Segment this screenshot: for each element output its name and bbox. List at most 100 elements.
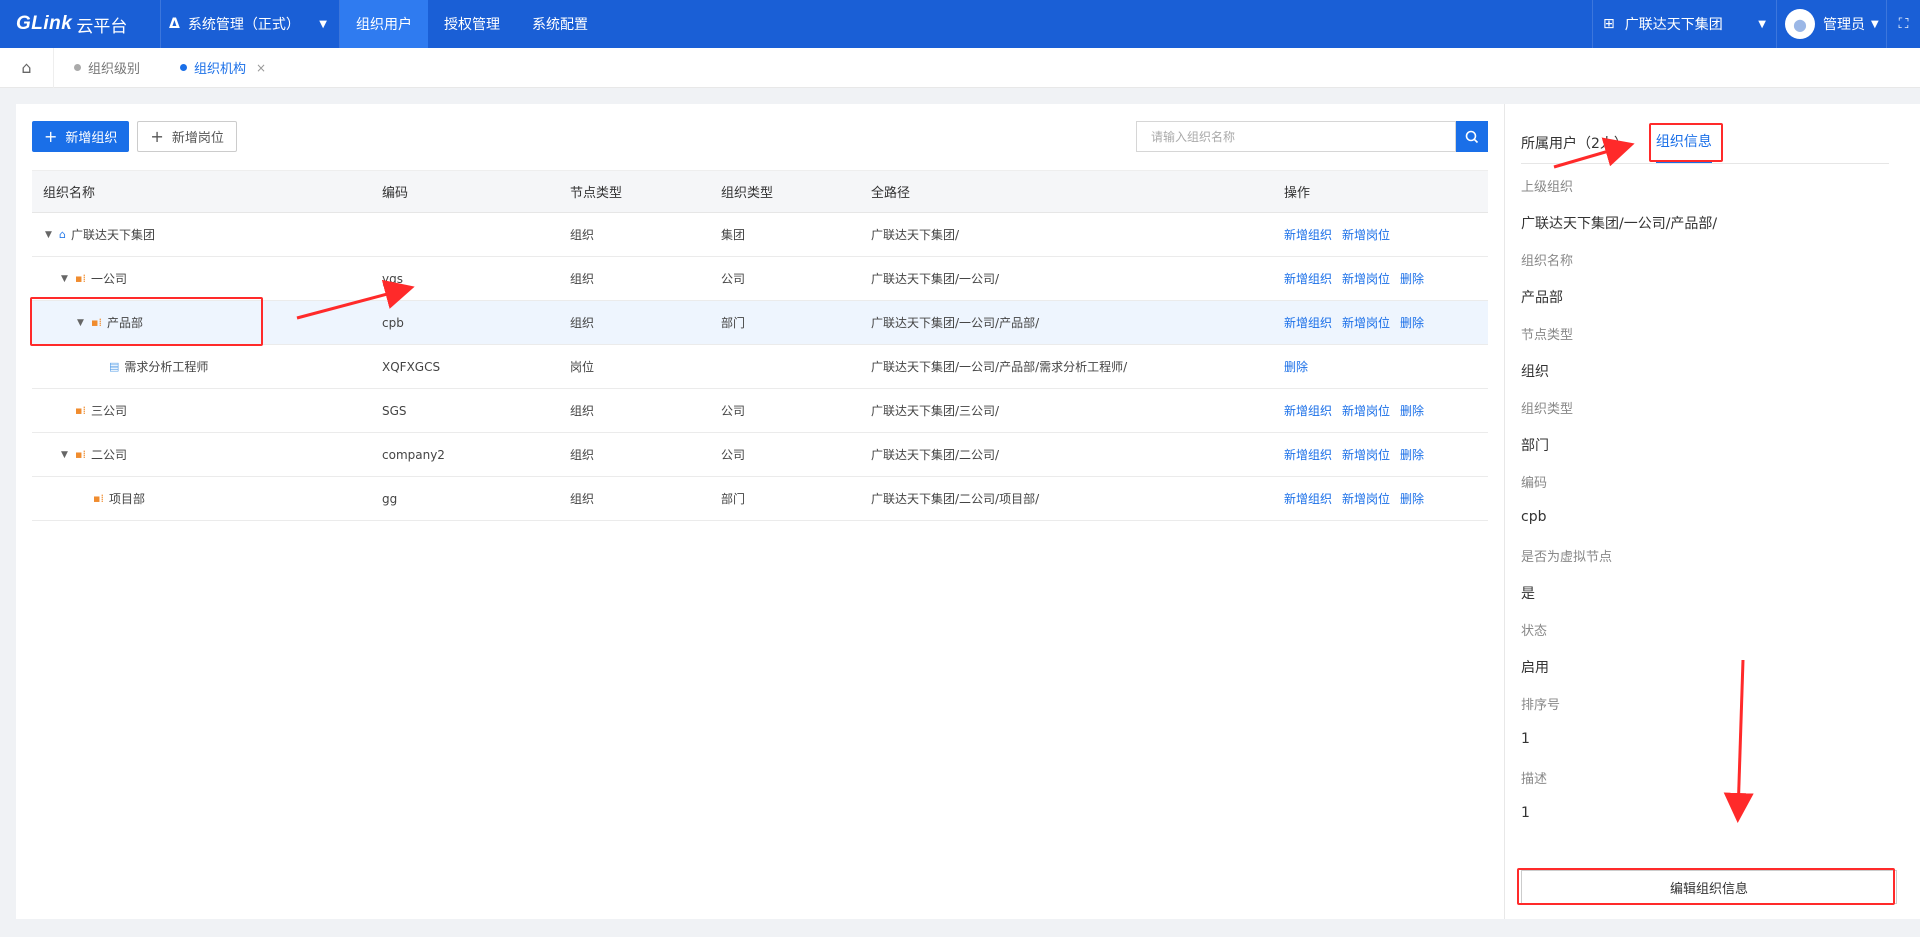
add-post-link[interactable]: 新增岗位 (1342, 272, 1390, 286)
nav-org-users[interactable]: 组织用户 (340, 0, 428, 48)
add-post-link[interactable]: 新增岗位 (1342, 316, 1390, 330)
field-label: 节点类型 (1521, 328, 1574, 343)
row-name: 二公司 (90, 448, 127, 462)
system-selector[interactable]: Δ 系统管理（正式） ▼ (160, 0, 340, 48)
add-post-link[interactable]: 新增岗位 (1342, 228, 1390, 242)
app-logo[interactable]: GLink 云平台 (0, 0, 160, 48)
tab-org-level[interactable]: 组织级别 (54, 48, 160, 88)
expand-arrow-icon[interactable]: ▼ (77, 318, 91, 328)
row-name: 广联达天下集团 (70, 228, 155, 242)
add-org-button[interactable]: + 新增组织 (32, 121, 130, 152)
add-org-label: 新增组织 (65, 131, 118, 146)
row-path: 广联达天下集团/三公司/ (860, 388, 1273, 433)
row-org-type: 公司 (710, 256, 860, 301)
row-path: 广联达天下集团/二公司/项目部/ (860, 476, 1273, 521)
org-node-icon: ▪⁞ (91, 316, 102, 329)
tab-label: 组织级别 (88, 62, 141, 77)
table-row[interactable]: ▤ 需求分析工程师 XQFXGCS 岗位 广联达天下集团/一公司/产品部/需求分析… (32, 344, 1488, 389)
org-info-panel: 所属用户（2人） 组织信息 上级组织 广联达天下集团/一公司/产品部/ 组织名称… (1504, 104, 1920, 919)
field-value: 广联达天下集团/一公司/产品部/ (1521, 216, 1718, 232)
nav-auth-management[interactable]: 授权管理 (428, 0, 516, 48)
col-header-path: 全路径 (860, 170, 1273, 213)
fullscreen-icon[interactable]: ⛶ (1886, 0, 1920, 48)
side-tabs: 所属用户（2人） 组织信息 (1521, 122, 1889, 164)
field-status: 状态 启用 (1521, 620, 1549, 677)
table-row[interactable]: ▼ ⌂ 广联达天下集团 组织 集团 广联达天下集团/ 新增组织 新增岗位 (32, 212, 1488, 257)
row-node-type: 组织 (559, 432, 710, 477)
plus-icon: + (150, 126, 164, 146)
system-icon: Δ (169, 16, 180, 32)
tab-dot (74, 64, 81, 71)
add-org-link[interactable]: 新增组织 (1284, 492, 1332, 506)
tab-users[interactable]: 所属用户（2人） (1521, 133, 1628, 163)
add-org-link[interactable]: 新增组织 (1284, 228, 1332, 242)
expand-arrow-icon[interactable]: ▼ (45, 230, 59, 240)
field-value: 组织 (1521, 364, 1549, 380)
field-code: 编码 cpb (1521, 472, 1547, 525)
table-row[interactable]: ▪⁞ 三公司 SGS 组织 公司 广联达天下集团/三公司/ 新增组织 新增岗位 删除 (32, 388, 1488, 433)
top-navbar: GLink 云平台 Δ 系统管理（正式） ▼ 组织用户 授权管理 系统配置 ⊞ … (0, 0, 1920, 48)
row-code: XQFXGCS (371, 344, 559, 389)
expand-arrow-icon[interactable]: ▼ (61, 274, 75, 284)
field-sort-number: 排序号 1 (1521, 694, 1560, 747)
delete-link[interactable]: 删除 (1400, 492, 1424, 506)
org-node-icon: ▪⁞ (93, 492, 104, 505)
field-value: 1 (1521, 731, 1530, 747)
edit-org-info-button[interactable]: 编辑组织信息 (1521, 870, 1897, 904)
row-code: ygs (371, 256, 559, 301)
search-button[interactable] (1456, 121, 1488, 152)
row-code (371, 212, 559, 257)
table-header-row: 组织名称 编码 节点类型 组织类型 全路径 操作 (32, 170, 1488, 213)
close-icon[interactable]: × (256, 61, 266, 75)
field-org-name: 组织名称 产品部 (1521, 250, 1573, 307)
row-node-type: 组织 (559, 476, 710, 521)
row-node-type: 组织 (559, 300, 710, 345)
tab-org-structure[interactable]: 组织机构 × (160, 48, 286, 88)
add-org-link[interactable]: 新增组织 (1284, 316, 1332, 330)
add-post-label: 新增岗位 (171, 131, 224, 146)
add-post-link[interactable]: 新增岗位 (1342, 492, 1390, 506)
row-path: 广联达天下集团/一公司/产品部/需求分析工程师/ (860, 344, 1273, 389)
row-node-type: 组织 (559, 212, 710, 257)
search-input[interactable] (1136, 121, 1456, 152)
org-switcher[interactable]: ⊞ 广联达天下集团 ▼ (1592, 0, 1776, 48)
row-name: 三公司 (90, 404, 127, 418)
field-virtual-node: 是否为虚拟节点 是 (1521, 546, 1612, 603)
field-value: cpb (1521, 509, 1547, 525)
delete-link[interactable]: 删除 (1284, 360, 1308, 374)
row-code: gg (371, 476, 559, 521)
add-org-link[interactable]: 新增组织 (1284, 448, 1332, 462)
nav-system-config[interactable]: 系统配置 (516, 0, 604, 48)
org-tree-panel: + 新增组织 + 新增岗位 组织名称 编码 节点类型 组织类型 全路径 操作 (16, 104, 1504, 919)
delete-link[interactable]: 删除 (1400, 316, 1424, 330)
logo-suffix: 云平台 (76, 16, 128, 37)
table-row[interactable]: ▼ ▪⁞ 一公司 ygs 组织 公司 广联达天下集团/一公司/ 新增组织 新增岗位 删除 (32, 256, 1488, 301)
field-label: 是否为虚拟节点 (1521, 550, 1613, 565)
field-org-type: 组织类型 部门 (1521, 398, 1573, 455)
delete-link[interactable]: 删除 (1400, 448, 1424, 462)
add-post-button[interactable]: + 新增岗位 (137, 121, 237, 152)
table-row-selected[interactable]: ▼ ▪⁞ 产品部 cpb 组织 部门 广联达天下集团/一公司/产品部/ 新增组织 新增… (32, 300, 1488, 345)
field-label: 编码 (1521, 476, 1548, 491)
tab-org-info[interactable]: 组织信息 (1655, 131, 1712, 163)
row-name: 需求分析工程师 (124, 360, 209, 374)
col-header-name: 组织名称 (32, 170, 371, 213)
plus-icon: + (44, 126, 58, 146)
expand-arrow-icon[interactable]: ▼ (61, 450, 75, 460)
add-post-link[interactable]: 新增岗位 (1342, 448, 1390, 462)
add-post-link[interactable]: 新增岗位 (1342, 404, 1390, 418)
org-switcher-label: 广联达天下集团 (1624, 17, 1723, 33)
delete-link[interactable]: 删除 (1400, 272, 1424, 286)
table-row[interactable]: ▪⁞ 项目部 gg 组织 部门 广联达天下集团/二公司/项目部/ 新增组织 新增岗位… (32, 476, 1488, 521)
row-code: cpb (371, 300, 559, 345)
field-parent-org: 上级组织 广联达天下集团/一公司/产品部/ (1521, 176, 1717, 233)
add-org-link[interactable]: 新增组织 (1284, 272, 1332, 286)
home-icon[interactable]: ⌂ (0, 47, 54, 88)
delete-link[interactable]: 删除 (1400, 404, 1424, 418)
search-icon (1465, 130, 1479, 143)
add-org-link[interactable]: 新增组织 (1284, 404, 1332, 418)
user-menu[interactable]: ● 管理员 ▼ (1776, 0, 1886, 48)
table-row[interactable]: ▼ ▪⁞ 二公司 company2 组织 公司 广联达天下集团/二公司/ 新增组织新… (32, 432, 1488, 477)
tab-dot (180, 64, 188, 71)
caret-down-icon: ▼ (319, 18, 327, 30)
